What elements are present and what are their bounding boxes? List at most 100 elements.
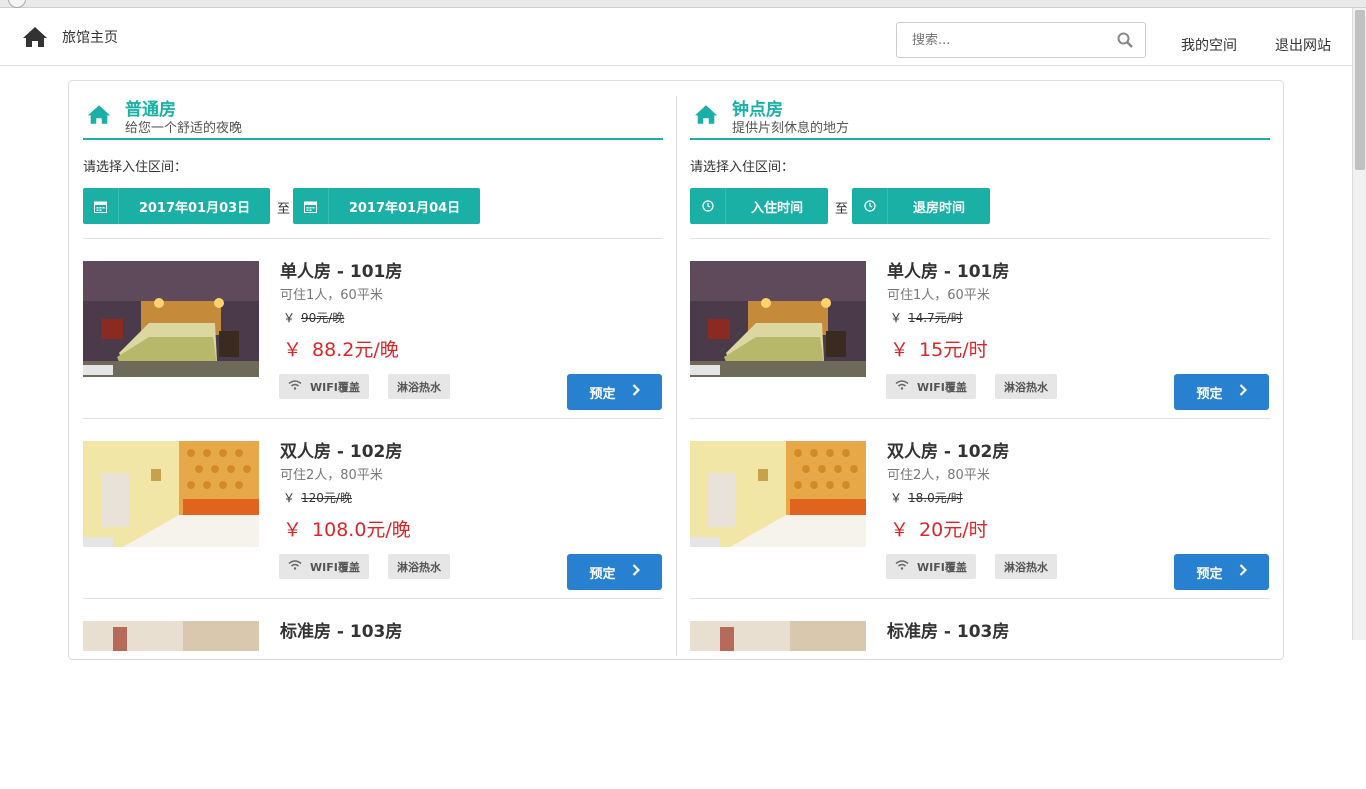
tag-label: 淋浴热水	[397, 380, 441, 394]
column-divider	[676, 96, 677, 656]
original-price-value: 120元/晚	[301, 491, 352, 505]
currency-symbol: ￥	[283, 339, 303, 361]
calendar-icon	[83, 188, 119, 224]
section-header: 普通房 给您一个舒适的夜晚	[83, 94, 663, 140]
original-price-value: 18.0元/时	[908, 491, 963, 505]
room-photo[interactable]	[83, 621, 259, 737]
book-label: 预定	[589, 386, 616, 402]
section-header: 钟点房 提供片刻休息的地方	[690, 94, 1270, 140]
room-name[interactable]: 单人房 - 101房	[280, 257, 402, 282]
current-price: ￥ 88.2元/晚	[283, 335, 399, 362]
chevron-right-icon	[1223, 564, 1247, 580]
section-subtitle: 给您一个舒适的夜晚	[125, 121, 243, 136]
scrollbar-thumb[interactable]	[1355, 10, 1365, 170]
navbar: 旅馆主页 我的空间 退出网站	[0, 8, 1352, 66]
picker-label: 2017年01月03日	[138, 200, 251, 216]
clock-icon	[690, 188, 726, 224]
room-name[interactable]: 双人房 - 102房	[280, 437, 402, 462]
room-photo[interactable]	[83, 441, 259, 557]
book-button[interactable]: 预定	[1174, 554, 1269, 590]
book-button[interactable]: 预定	[1174, 374, 1269, 410]
currency-symbol: ￥	[283, 311, 296, 325]
checkout-time-picker[interactable]: 退房时间	[852, 188, 990, 224]
start-date-picker[interactable]: 2017年01月03日	[83, 188, 270, 224]
tag-label: 淋浴热水	[397, 560, 441, 574]
wifi-tag: WIFI覆盖	[279, 374, 369, 399]
current-price-value: 20元/时	[919, 519, 988, 541]
current-price-value: 88.2元/晚	[312, 339, 399, 361]
current-price-value: 15元/时	[919, 339, 988, 361]
tag-label: 淋浴热水	[1004, 380, 1048, 394]
room-photo[interactable]	[690, 621, 866, 737]
room-photo[interactable]	[690, 441, 866, 557]
hot-shower-tag: 淋浴热水	[388, 374, 450, 399]
current-price: ￥ 20元/时	[890, 515, 988, 542]
tag-label: WIFI覆盖	[917, 560, 967, 574]
tag-label: WIFI覆盖	[310, 380, 360, 394]
chevron-right-icon	[1223, 384, 1247, 400]
chevron-right-icon	[616, 564, 640, 580]
browser-top-strip	[0, 0, 1366, 8]
room-card: 双人房 - 102房 可住2人，80平米 ￥ 120元/晚 ￥ 108.0元/晚 WIFI覆…	[83, 441, 663, 609]
room-photo[interactable]	[83, 261, 259, 377]
site-title[interactable]: 旅馆主页	[62, 27, 118, 47]
book-label: 预定	[589, 566, 616, 582]
calendar-icon	[293, 188, 329, 224]
my-space-link[interactable]: 我的空间	[1181, 35, 1237, 55]
range-separator: 至	[277, 202, 291, 217]
original-price: ￥ 18.0元/时	[890, 489, 963, 506]
divider	[690, 598, 1270, 599]
divider	[83, 598, 663, 599]
room-card: 单人房 - 101房 可住1人，60平米 ￥ 14.7元/时 ￥ 15元/时 WIFI覆盖淋…	[690, 261, 1270, 429]
divider	[83, 238, 663, 239]
room-capacity: 可住2人，80平米	[280, 468, 383, 483]
room-name[interactable]: 标准房 - 103房	[280, 617, 402, 642]
home-link[interactable]: 旅馆主页	[22, 26, 118, 48]
room-name[interactable]: 单人房 - 101房	[887, 257, 1009, 282]
range-separator: 至	[835, 202, 849, 217]
home-icon	[694, 104, 718, 129]
original-price: ￥ 14.7元/时	[890, 309, 963, 326]
browser-control	[8, 0, 26, 8]
currency-symbol: ￥	[890, 519, 910, 541]
original-price: ￥ 120元/晚	[283, 489, 352, 506]
currency-symbol: ￥	[283, 519, 303, 541]
checkin-time-picker[interactable]: 入住时间	[690, 188, 828, 224]
divider	[690, 238, 1270, 239]
current-price-value: 108.0元/晚	[312, 519, 411, 541]
divider	[83, 418, 663, 419]
wifi-icon	[288, 560, 310, 573]
hot-shower-tag: 淋浴热水	[995, 374, 1057, 399]
room-name[interactable]: 双人房 - 102房	[887, 437, 1009, 462]
currency-symbol: ￥	[890, 339, 910, 361]
original-price-value: 90元/晚	[301, 311, 345, 325]
wifi-icon	[288, 380, 310, 393]
scrollbar[interactable]	[1352, 8, 1366, 640]
room-card: 标准房 - 103房	[83, 621, 663, 789]
wifi-icon	[895, 560, 917, 573]
wifi-tag: WIFI覆盖	[886, 374, 976, 399]
currency-symbol: ￥	[890, 491, 903, 505]
home-icon	[23, 27, 47, 47]
room-name[interactable]: 标准房 - 103房	[887, 617, 1009, 642]
search-input[interactable]	[897, 23, 1097, 57]
chevron-right-icon	[616, 384, 640, 400]
room-photo[interactable]	[690, 261, 866, 377]
logout-link[interactable]: 退出网站	[1275, 35, 1331, 55]
room-capacity: 可住2人，80平米	[887, 468, 990, 483]
picker-label: 2017年01月04日	[348, 200, 461, 216]
divider	[690, 418, 1270, 419]
hot-shower-tag: 淋浴热水	[995, 554, 1057, 579]
current-price: ￥ 108.0元/晚	[283, 515, 411, 542]
wifi-icon	[895, 380, 917, 393]
book-button[interactable]: 预定	[567, 374, 662, 410]
search-icon[interactable]	[1117, 32, 1133, 48]
wifi-tag: WIFI覆盖	[279, 554, 369, 579]
book-button[interactable]: 预定	[567, 554, 662, 590]
book-label: 预定	[1196, 386, 1223, 402]
current-price: ￥ 15元/时	[890, 335, 988, 362]
clock-icon	[852, 188, 888, 224]
range-label: 请选择入住区间：	[83, 160, 188, 175]
tag-label: WIFI覆盖	[917, 380, 967, 394]
end-date-picker[interactable]: 2017年01月04日	[293, 188, 480, 224]
